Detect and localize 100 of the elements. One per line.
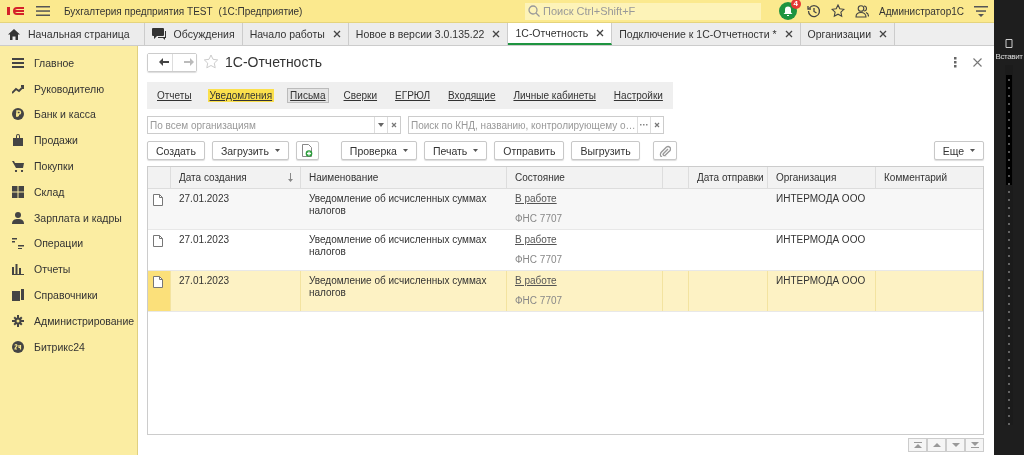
app-subtitle: (1С:Предприятие): [218, 5, 303, 17]
column-header[interactable]: Комментарий: [876, 167, 983, 188]
books-icon: [12, 289, 24, 302]
sidebar-item[interactable]: Справочники: [12, 282, 137, 308]
sidebar-item[interactable]: Покупки: [12, 153, 137, 179]
nav-link[interactable]: Сверки: [341, 89, 380, 102]
history-icon[interactable]: [807, 4, 822, 18]
more-icon[interactable]: [954, 56, 957, 68]
column-header[interactable]: Наименование: [301, 167, 507, 188]
tab[interactable]: 1С-Отчетность: [508, 23, 613, 45]
table-row[interactable]: 27.01.2023 Уведомление об исчисленных суммах налогов В работе ФНС 7707 ИНТЕРМОДА ООО: [148, 271, 983, 312]
table-row[interactable]: 27.01.2023 Уведомление об исчисленных суммах налогов В работе ФНС 7707 ИНТЕРМОДА ООО: [148, 189, 983, 230]
back-button[interactable]: [148, 53, 172, 71]
dropdown-button[interactable]: Проверка: [340, 141, 417, 160]
column-header[interactable]: Дата отправки: [689, 167, 768, 188]
table-cell: ИНТЕРМОДА ООО: [776, 275, 866, 286]
toolbar-button[interactable]: Отправить: [494, 141, 565, 160]
sidebar-item[interactable]: Склад: [12, 179, 137, 205]
star-icon[interactable]: [831, 4, 846, 18]
caret-icon: [402, 149, 408, 152]
scroll-up-icon: [932, 442, 941, 448]
search-field[interactable]: Поиск Ctrl+Shift+F: [525, 2, 762, 20]
nav-link[interactable]: Уведомления: [207, 89, 275, 102]
sidebar-item[interactable]: Главное: [12, 50, 137, 76]
chat-icon: [151, 28, 166, 40]
menu-icon[interactable]: [974, 5, 988, 17]
close-icon[interactable]: [973, 57, 982, 67]
clear-icon[interactable]: [391, 122, 397, 128]
scroll-down-button[interactable]: [946, 438, 965, 452]
sidebar-item[interactable]: Отчеты: [12, 256, 137, 283]
sidebar-item[interactable]: Банк и касса: [12, 101, 137, 128]
status-link[interactable]: В работе: [515, 193, 557, 205]
list-icon: [12, 56, 24, 69]
circle-24-icon: [12, 340, 24, 353]
clear-icon[interactable]: [654, 122, 660, 128]
table-cell: ИНТЕРМОДА ООО: [776, 193, 866, 204]
menu-icon[interactable]: [36, 5, 50, 17]
caret-icon: [970, 149, 975, 152]
sidebar-item[interactable]: Руководителю: [12, 75, 137, 102]
forward-arrow-icon: [183, 58, 194, 66]
cart-icon: [12, 160, 24, 173]
table-cell: 27.01.2023: [179, 275, 230, 286]
column-header[interactable]: Организация: [768, 167, 876, 188]
close-icon[interactable]: [784, 30, 793, 38]
close-icon[interactable]: [332, 30, 341, 38]
nav-link[interactable]: Отчеты: [155, 89, 194, 102]
attach-button[interactable]: [652, 141, 677, 160]
status-link[interactable]: В работе: [515, 275, 557, 287]
nav-link[interactable]: Настройки: [611, 89, 665, 102]
nav-link[interactable]: Письма: [288, 89, 328, 102]
table-cell: 27.01.2023: [179, 234, 230, 245]
sidebar-item[interactable]: Продажи: [12, 127, 137, 154]
sidebar-item[interactable]: Битрикс24: [12, 333, 137, 360]
sidebar-item[interactable]: Зарплата и кадры: [12, 204, 137, 231]
scroll-top-button[interactable]: [908, 438, 927, 452]
nav-link[interactable]: Входящие: [446, 89, 498, 102]
settings-icon: [12, 314, 24, 327]
coin-icon: [12, 108, 24, 121]
close-icon[interactable]: [879, 30, 888, 38]
column-header[interactable]: Дата создания: [171, 167, 301, 188]
search-field[interactable]: Поиск по КНД, названию, контролирующему о…: [408, 116, 664, 134]
table-cell: Уведомление об исчисленных суммах налогов: [309, 275, 487, 298]
users-icon[interactable]: [855, 4, 870, 18]
nav-link[interactable]: ЕГРЮЛ: [393, 89, 433, 102]
notifications-button[interactable]: 4: [779, 2, 798, 20]
close-icon[interactable]: [596, 29, 605, 37]
column-header[interactable]: Состояние: [507, 167, 663, 188]
add-file-button[interactable]: [295, 141, 319, 160]
dropdown-button[interactable]: Загрузить: [211, 141, 289, 160]
toolbar-button[interactable]: Выгрузить: [571, 141, 640, 160]
close-icon[interactable]: [492, 30, 501, 38]
notification-count: 4: [790, 0, 802, 9]
form-title: 1С-Отчетность: [225, 54, 323, 70]
search-field[interactable]: Поиск Ctrl+Shift+F: [543, 5, 744, 17]
scroll-down-icon: [951, 442, 960, 448]
sidebar-item[interactable]: Операции: [12, 230, 137, 257]
grid-icon: [12, 185, 24, 198]
table-cell: Уведомление об исчисленных суммах налогов: [309, 193, 487, 216]
dropdown-button[interactable]: Печать: [423, 141, 488, 160]
nav-link[interactable]: Личные кабинеты: [511, 89, 598, 102]
organization-field[interactable]: По всем организациям: [147, 116, 401, 134]
table-cell: ФНС 7707: [515, 213, 563, 225]
file-add-icon: [301, 144, 313, 157]
scroll-bottom-button[interactable]: [965, 438, 984, 452]
paste-label[interactable]: Вставит: [995, 52, 1023, 61]
caret-icon: [473, 149, 479, 152]
status-link[interactable]: В работе: [515, 234, 557, 246]
scroll-up-button[interactable]: [927, 438, 946, 452]
table-cell: ФНС 7707: [515, 295, 563, 307]
sidebar-item[interactable]: Администрирование: [12, 307, 137, 334]
clipboard-icon: [1004, 38, 1014, 48]
document-icon: [153, 194, 163, 206]
logo-icon: [6, 5, 26, 17]
user-name[interactable]: Администратор1С: [879, 5, 964, 17]
bag-icon: [12, 134, 24, 147]
paperclip-icon: [658, 144, 671, 157]
scroll-top-icon: [913, 442, 922, 448]
more-button[interactable]: Еще: [933, 141, 984, 160]
toolbar-button[interactable]: Создать: [147, 141, 205, 160]
dropdown-caret-icon[interactable]: [378, 123, 384, 127]
